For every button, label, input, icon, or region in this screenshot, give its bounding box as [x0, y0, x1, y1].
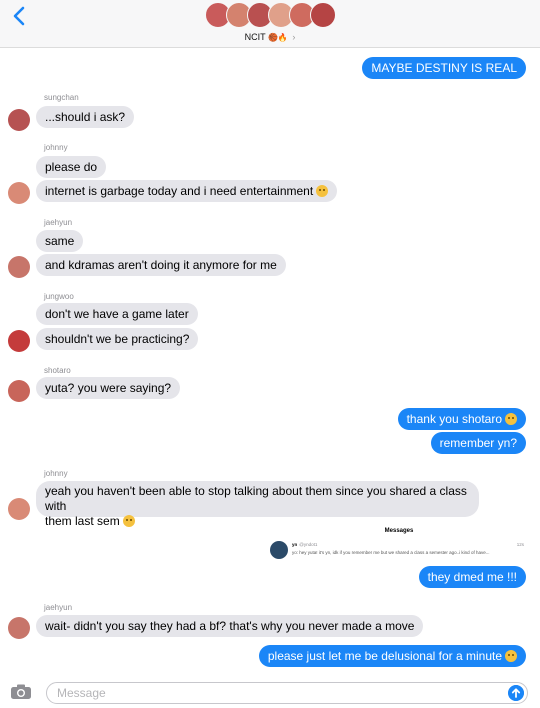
message-text: thank you shotaro — [406, 412, 502, 426]
chevron-right-icon: › — [292, 32, 296, 42]
outgoing-message-bubble[interactable]: they dmed me !!! — [418, 566, 526, 588]
screenshot-sender: yn @yndot1 — [292, 542, 317, 547]
contact-avatar — [8, 330, 30, 352]
group-member-avatar — [310, 2, 336, 28]
contact-avatar — [8, 617, 30, 639]
sender-name: jungwoo — [44, 292, 74, 301]
sender-name: jaehyun — [44, 218, 73, 227]
incoming-message-bubble[interactable]: ...should i ask? — [36, 106, 135, 128]
grin-emoji-icon — [122, 515, 135, 527]
group-name-label: NCIT — [244, 32, 266, 42]
group-title[interactable]: NCIT 🏀🔥 › — [0, 32, 540, 42]
screenshot-avatar — [270, 541, 288, 559]
compose-bar: Message — [0, 676, 540, 708]
sender-name: jaehyun — [44, 603, 73, 612]
message-text: yeah you haven't been able to stop talki… — [45, 484, 467, 513]
screenshot-time: 12s — [516, 542, 524, 547]
camera-icon[interactable] — [10, 684, 32, 700]
incoming-message-bubble[interactable]: yeah you haven't been able to stop talki… — [36, 481, 479, 528]
message-input[interactable]: Message — [46, 682, 528, 704]
incoming-message-bubble[interactable]: shouldn't we be practicing? — [36, 328, 199, 350]
sender-name: sungchan — [44, 93, 79, 102]
screenshot-handle: @yndot1 — [299, 542, 318, 547]
incoming-message-bubble[interactable]: yuta? you were saying? — [36, 377, 181, 399]
contact-avatar — [8, 256, 30, 278]
group-emoji: 🏀🔥 — [267, 33, 288, 42]
outgoing-message-bubble[interactable]: MAYBE DESTINY IS REAL — [362, 57, 526, 79]
incoming-message-bubble[interactable]: same — [36, 230, 84, 252]
send-arrow-icon[interactable] — [508, 685, 524, 701]
screenshot-sender-name: yn — [292, 542, 298, 547]
contact-avatar — [8, 498, 30, 520]
incoming-message-bubble[interactable]: wait- didn't you say they had a bf? that… — [36, 615, 424, 637]
contact-avatar — [8, 109, 30, 131]
group-avatar-stack[interactable] — [205, 2, 337, 32]
embedded-dm-screenshot[interactable]: Messages yn @yndot1 12s yo: hey yuta! it'… — [268, 524, 530, 566]
outgoing-message-bubble[interactable]: thank you shotaro — [397, 408, 526, 430]
weary-emoji-icon — [505, 650, 517, 662]
outgoing-message-bubble[interactable]: please just let me be delusional for a m… — [258, 645, 526, 667]
sender-name: johnny — [44, 469, 68, 478]
outgoing-message-bubble[interactable]: remember yn? — [430, 432, 526, 454]
screenshot-preview-text: yo: hey yuta! it's yn, idk if you rememb… — [292, 550, 490, 555]
message-text: internet is garbage today and i need ent… — [45, 184, 314, 198]
message-input-placeholder: Message — [57, 686, 106, 700]
message-text: them last sem — [45, 514, 120, 528]
sender-name: shotaro — [44, 366, 71, 375]
worried-emoji-icon — [505, 413, 517, 425]
incoming-message-bubble[interactable]: please do — [36, 156, 107, 178]
incoming-message-bubble[interactable]: internet is garbage today and i need ent… — [36, 180, 338, 202]
screenshot-title: Messages — [384, 528, 414, 534]
contact-avatar — [8, 380, 30, 402]
contact-avatar — [8, 182, 30, 204]
back-chevron-icon[interactable] — [8, 4, 32, 28]
smirk-emoji-icon — [316, 185, 329, 197]
incoming-message-bubble[interactable]: and kdramas aren't doing it anymore for … — [36, 254, 286, 276]
incoming-message-bubble[interactable]: don't we have a game later — [36, 303, 198, 325]
conversation-header: NCIT 🏀🔥 › — [0, 0, 540, 48]
message-text: please just let me be delusional for a m… — [267, 649, 502, 663]
sender-name: johnny — [44, 143, 68, 152]
